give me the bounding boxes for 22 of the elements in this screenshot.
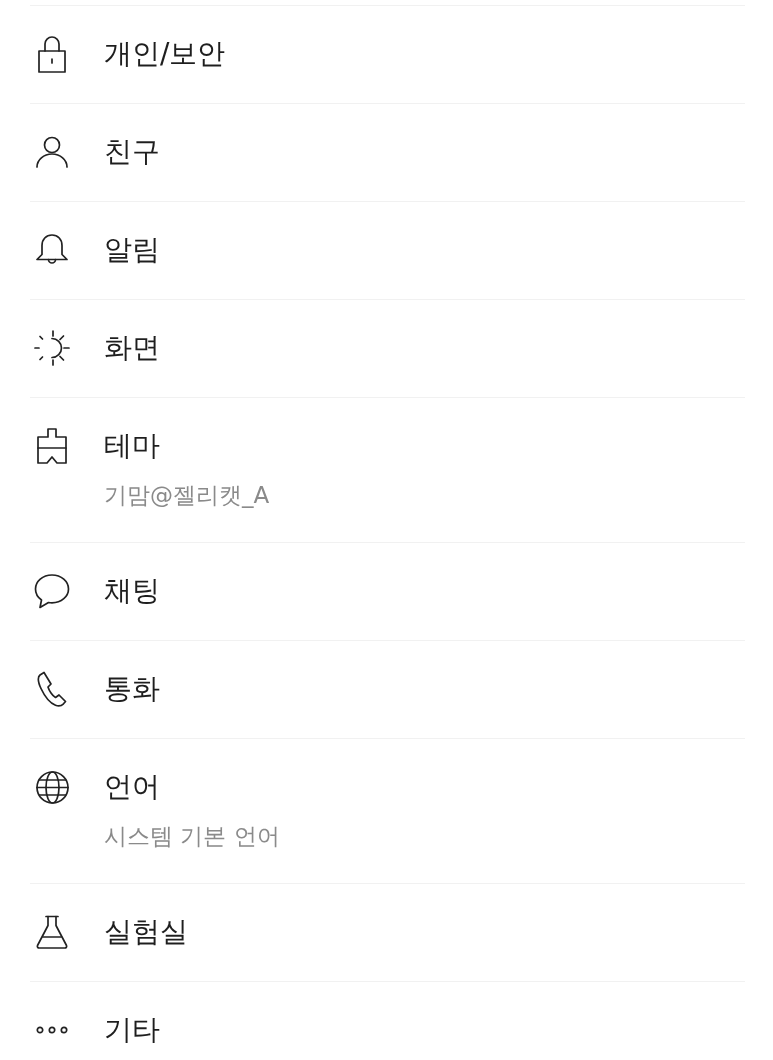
bell-icon — [36, 234, 68, 266]
settings-item-subtitle: 기맘@젤리캣_A — [104, 481, 270, 510]
lock-icon — [38, 35, 66, 73]
half-sun-icon — [34, 330, 70, 366]
flask-icon — [36, 915, 68, 949]
phone-icon — [37, 671, 67, 707]
more-dots-icon — [36, 1026, 68, 1034]
globe-icon — [35, 770, 69, 804]
settings-item-label[interactable]: 기타 — [104, 1013, 160, 1047]
settings-item-label[interactable]: 친구 — [104, 135, 160, 169]
settings-item-label[interactable]: 통화 — [104, 672, 160, 706]
settings-item-label[interactable]: 화면 — [104, 331, 160, 365]
settings-item-label[interactable]: 실험실 — [104, 915, 188, 949]
settings-item-subtitle: 시스템 기본 언어 — [104, 822, 280, 851]
settings-item-label[interactable]: 채팅 — [104, 574, 160, 608]
settings-item-label[interactable]: 테마 — [104, 429, 160, 463]
chat-bubble-icon — [34, 573, 70, 609]
brush-icon — [36, 428, 68, 464]
person-icon — [36, 136, 68, 168]
settings-item-label[interactable]: 언어 — [104, 770, 160, 804]
settings-item-label[interactable]: 알림 — [104, 233, 160, 267]
settings-item-label[interactable]: 개인/보안 — [104, 37, 226, 71]
